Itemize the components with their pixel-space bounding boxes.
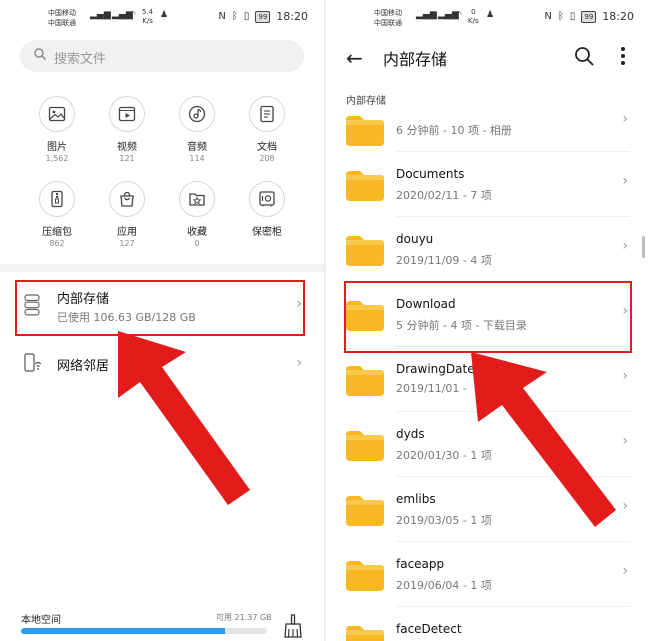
file-manager-home-screen: 中国移动 中国联通 ▂▄▆ ▂▄▆ ◠ 5.4 K/s ♟ N ᛒ ▯ 99 1…: [0, 0, 324, 641]
internal-storage-screen: 中国移动 中国联通 ▂▄▆ ▂▄▆ ◠ 0 K/s ♟ N ᛒ ▯ 99 18:…: [326, 0, 650, 641]
red-arrow-annotation: [471, 352, 616, 527]
red-arrow-annotation: [118, 331, 250, 505]
